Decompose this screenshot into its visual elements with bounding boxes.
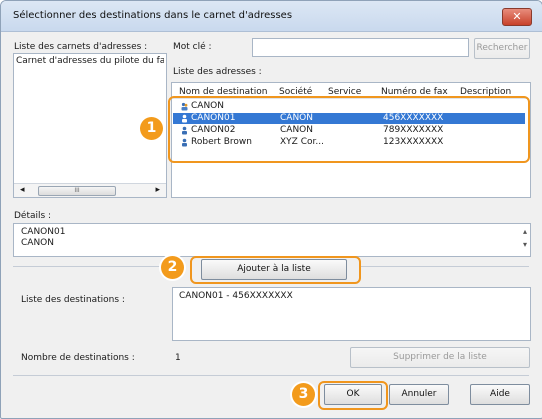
destination-item[interactable]: CANON01 - 456XXXXXXX xyxy=(179,291,293,302)
details-label: Détails : xyxy=(14,211,52,221)
address-books-hscrollbar[interactable]: ◂ III ▸ xyxy=(14,183,166,197)
dialog-title: Sélectionner des destinations dans le ca… xyxy=(13,10,293,21)
title-bar: Sélectionner des destinations dans le ca… xyxy=(1,1,542,32)
destination-count-value: 1 xyxy=(175,353,181,363)
destinations-list[interactable]: CANON01 - 456XXXXXXX xyxy=(172,287,531,341)
add-to-list-button[interactable]: Ajouter à la liste xyxy=(201,259,347,280)
help-button[interactable]: Aide xyxy=(470,384,530,405)
destinations-label: Liste des destinations : xyxy=(21,295,125,305)
address-books-label: Liste des carnets d'adresses : xyxy=(14,42,148,52)
address-book-dialog: Sélectionner des destinations dans le ca… xyxy=(0,0,542,419)
keyword-input[interactable] xyxy=(252,38,469,57)
callout-badge-1: 1 xyxy=(140,117,163,140)
search-button[interactable]: Rechercher xyxy=(474,38,530,59)
cancel-button[interactable]: Annuler xyxy=(389,384,449,405)
scroll-thumb[interactable]: III xyxy=(38,186,116,196)
details-box: CANON01 CANON ▴ ▾ xyxy=(13,223,531,257)
keyword-label: Mot clé : xyxy=(173,42,212,52)
separator-left xyxy=(13,266,165,267)
details-scroll-down-icon[interactable]: ▾ xyxy=(523,240,527,249)
details-line-2: CANON xyxy=(21,238,54,248)
address-book-item[interactable]: Carnet d'adresses du pilote du fax C xyxy=(16,56,164,67)
close-button[interactable]: ✕ xyxy=(502,8,532,26)
callout-badge-3: 3 xyxy=(292,383,315,406)
addresses-label: Liste des adresses : xyxy=(173,67,262,77)
scroll-right-icon[interactable]: ▸ xyxy=(155,185,160,195)
details-line-1: CANON01 xyxy=(21,227,66,237)
separator-right xyxy=(359,266,529,267)
scroll-left-icon[interactable]: ◂ xyxy=(20,185,25,195)
ok-button[interactable]: OK xyxy=(324,384,382,405)
details-scroll-up-icon[interactable]: ▴ xyxy=(523,227,527,236)
remove-from-list-button[interactable]: Supprimer de la liste xyxy=(350,347,530,368)
callout-badge-2: 2 xyxy=(161,256,184,279)
separator-bottom xyxy=(13,375,529,376)
callout-highlight-addresses xyxy=(168,96,530,163)
destination-count-label: Nombre de destinations : xyxy=(21,353,135,363)
